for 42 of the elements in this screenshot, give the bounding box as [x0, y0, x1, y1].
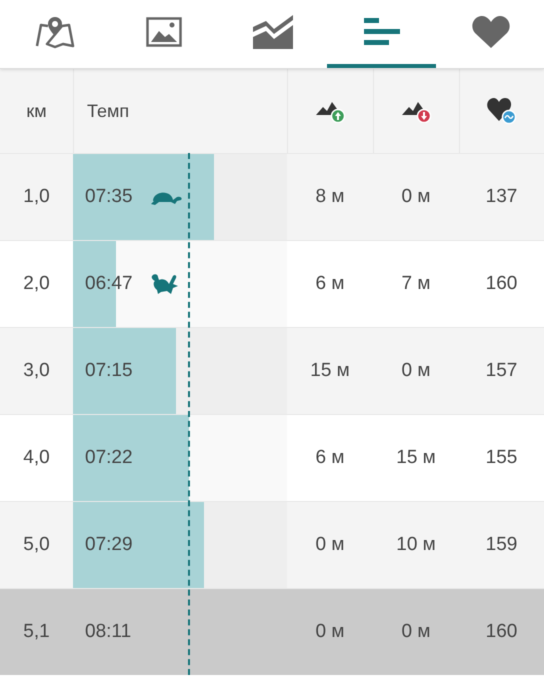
heart-rate-cell: 157 [486, 360, 518, 382]
km-cell: 2,0 [23, 273, 50, 295]
column-header: Темп [87, 100, 130, 122]
pace-cell: 07:15 [85, 360, 133, 382]
column-header: км [26, 100, 47, 122]
ascent-cell: 6 м [316, 447, 344, 469]
heart-icon [472, 16, 510, 48]
ascent-cell: 0 м [316, 534, 344, 556]
descent-cell: 0 м [402, 621, 430, 643]
split-row[interactable]: 5,1 08:11 0 м 0 м 160 [0, 588, 544, 675]
heart-rate-cell: 155 [486, 447, 518, 469]
descent-cell: 7 м [402, 273, 430, 295]
heart-rate-cell: 159 [486, 534, 518, 556]
ascent-cell: 6 м [316, 273, 344, 295]
bars-icon [362, 17, 400, 47]
pace-cell: 07:29 [85, 534, 133, 556]
km-cell: 1,0 [23, 186, 50, 208]
image-icon [146, 17, 182, 47]
heart-rate-cell: 137 [486, 186, 518, 208]
heart-rate-cell: 160 [486, 273, 518, 295]
pace-cell: 08:11 [85, 621, 132, 643]
area-chart-icon [252, 15, 294, 49]
split-row[interactable]: 3,0 07:15 15 м 0 м 157 [0, 327, 544, 414]
km-cell: 3,0 [23, 360, 50, 382]
ascent-cell: 8 м [316, 186, 344, 208]
map-pin-icon [34, 15, 76, 49]
descent-cell: 10 м [396, 534, 436, 556]
ascent-cell: 0 м [316, 621, 344, 643]
pace-cell: 07:35 [85, 186, 133, 208]
split-row[interactable]: 1,0 07:35 8 м 0 м 137 [0, 153, 544, 240]
km-cell: 5,0 [23, 534, 50, 556]
split-row[interactable]: 4,0 07:22 6 м 15 м 155 [0, 414, 544, 501]
ascent-cell: 15 м [310, 360, 350, 382]
km-cell: 4,0 [23, 447, 50, 469]
split-row[interactable]: 5,0 07:29 0 м 10 м 159 [0, 501, 544, 588]
heart-rate-icon [487, 97, 517, 125]
descent-cell: 0 м [402, 360, 430, 382]
descent-cell: 0 м [402, 186, 430, 208]
pace-cell: 07:22 [85, 447, 133, 469]
km-cell: 5,1 [23, 621, 50, 643]
heart-rate-cell: 160 [486, 621, 518, 643]
descent-cell: 15 м [396, 447, 436, 469]
